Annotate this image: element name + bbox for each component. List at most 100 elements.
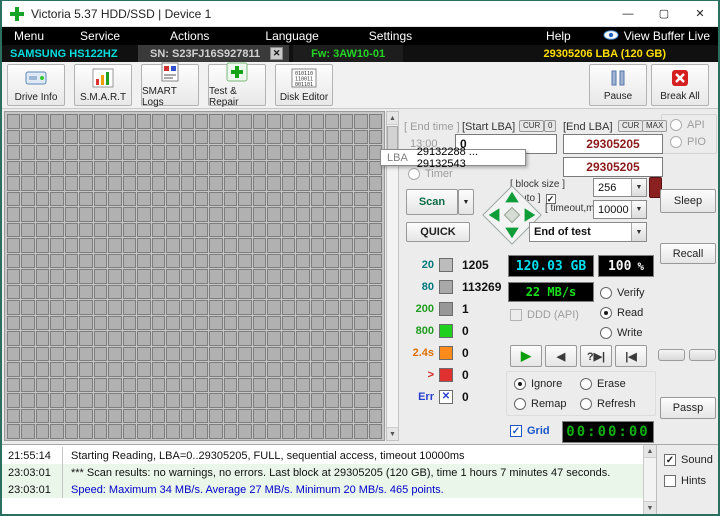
scan-block	[50, 393, 64, 408]
end-lba-input[interactable]	[563, 134, 663, 154]
scan-block	[325, 362, 339, 377]
log-scroll-up-icon[interactable]: ▲	[644, 445, 656, 458]
scroll-down-icon[interactable]: ▼	[387, 427, 398, 440]
ddd-api-checkbox-row[interactable]: ✓ DDD (API)	[510, 309, 579, 321]
seek-end-button[interactable]: |◀	[615, 345, 647, 367]
menu-item-language[interactable]: Language	[261, 29, 322, 43]
scan-block	[325, 191, 339, 206]
scan-block	[64, 269, 79, 284]
timer-radio[interactable]: Timer	[408, 168, 453, 180]
smart-button[interactable]: S.M.A.R.T	[74, 64, 132, 106]
pause-button[interactable]: Pause	[589, 64, 647, 106]
scan-block	[267, 377, 281, 392]
timeout-value: 10000	[598, 203, 629, 216]
scan-block	[7, 253, 21, 268]
close-button[interactable]: ✕	[682, 1, 718, 26]
dropdown-icon[interactable]: ▼	[631, 223, 646, 241]
start-lba-cur-button[interactable]: CUR	[519, 120, 545, 132]
scan-block	[238, 160, 252, 175]
sleep-button[interactable]: Sleep	[660, 189, 716, 213]
erase-radio[interactable]: Erase	[580, 378, 626, 390]
start-lba-cur-value[interactable]: 0	[544, 120, 557, 132]
scan-block	[64, 222, 79, 237]
read-radio[interactable]: Read	[600, 307, 643, 319]
scan-block	[267, 315, 281, 330]
scan-block	[151, 207, 166, 222]
scan-block	[137, 315, 151, 330]
scan-block	[310, 129, 325, 144]
scan-block	[35, 315, 50, 330]
dropdown-icon[interactable]: ▼	[631, 201, 646, 218]
menu-item-menu[interactable]: Menu	[10, 29, 48, 43]
passp-button[interactable]: Passp	[660, 397, 716, 419]
timeout-combo[interactable]: 10000 ▼	[593, 200, 647, 219]
scan-block	[281, 331, 296, 346]
scan-block	[50, 269, 64, 284]
serial-close-icon[interactable]: ✕	[270, 47, 284, 60]
legend-count: 0	[462, 389, 469, 404]
scan-block	[93, 207, 108, 222]
sound-checkbox[interactable]: ✓	[664, 454, 676, 466]
grid-checkbox-row[interactable]: ✓ Grid	[510, 425, 550, 437]
scan-block	[354, 222, 368, 237]
quick-button[interactable]: QUICK	[406, 222, 470, 242]
end-of-test-combo[interactable]: End of test ▼	[529, 222, 647, 242]
scan-block	[310, 191, 325, 206]
api-radio[interactable]: API	[670, 119, 705, 131]
test-repair-button[interactable]: Test & Repair	[208, 62, 266, 108]
scan-block	[79, 253, 93, 268]
dropdown-icon[interactable]: ▼	[631, 179, 646, 196]
legend-label: 800	[415, 324, 434, 337]
legend-row: 20 1205	[404, 257, 489, 272]
auto-checkbox[interactable]: ✓	[545, 193, 556, 204]
maximize-button[interactable]: ▢	[646, 1, 682, 26]
menu-item-settings[interactable]: Settings	[365, 29, 416, 43]
refresh-radio[interactable]: Refresh	[580, 398, 636, 410]
scan-dropdown-icon[interactable]: ▼	[458, 189, 474, 215]
log-scroll-down-icon[interactable]: ▼	[644, 501, 656, 514]
led-button-right[interactable]	[689, 349, 716, 361]
recall-button[interactable]: Recall	[660, 243, 716, 264]
drive-serial-segment: SN: S23FJ16S927811 ✕	[138, 45, 290, 62]
hints-checkbox-row[interactable]: ✓ Hints	[664, 475, 718, 487]
scan-block	[108, 253, 122, 268]
scan-block	[35, 176, 50, 191]
end-lba-max-button[interactable]: MAX	[642, 120, 668, 132]
scan-block	[7, 145, 21, 160]
scan-button[interactable]: Scan	[406, 189, 458, 215]
pio-radio[interactable]: PIO	[670, 136, 706, 148]
disk-editor-button[interactable]: 010110 110011 001101 Disk Editor	[275, 64, 333, 106]
ddd-api-checkbox[interactable]: ✓	[510, 309, 522, 321]
scan-block	[7, 222, 21, 237]
led-button-left[interactable]	[658, 349, 685, 361]
end-lba-cur-button[interactable]: CUR	[618, 120, 644, 132]
menu-item-service[interactable]: Service	[76, 29, 124, 43]
scan-block	[180, 393, 194, 408]
grid-checkbox[interactable]: ✓	[510, 425, 522, 437]
scan-block	[35, 238, 50, 253]
hints-checkbox[interactable]: ✓	[664, 475, 676, 487]
drive-info-label: Drive Info	[14, 91, 58, 103]
menu-item-help[interactable]: Help	[542, 29, 575, 43]
view-buffer-live-button[interactable]: View Buffer Live	[603, 29, 710, 43]
drive-info-button[interactable]: Drive Info	[7, 64, 65, 106]
minimize-button[interactable]: —	[610, 1, 646, 26]
sound-checkbox-row[interactable]: ✓ Sound	[664, 454, 718, 466]
ignore-radio[interactable]: Ignore	[514, 378, 562, 390]
menu-item-actions[interactable]: Actions	[166, 29, 213, 43]
block-size-combo[interactable]: 256 ▼	[593, 178, 647, 197]
log-scrollbar[interactable]: ▲ ▼	[643, 444, 656, 514]
step-back-button[interactable]: ◀	[545, 345, 577, 367]
scan-block	[339, 129, 354, 144]
scan-block	[166, 284, 180, 299]
verify-radio[interactable]: Verify	[600, 287, 645, 299]
break-all-button[interactable]: Break All	[651, 64, 709, 106]
remap-radio[interactable]: Remap	[514, 398, 566, 410]
end-lba-input-2[interactable]	[563, 157, 663, 177]
seek-error-button[interactable]: ?▶|	[580, 345, 612, 367]
scan-block	[137, 253, 151, 268]
smart-logs-button[interactable]: SMART Logs	[141, 62, 199, 108]
play-button[interactable]: ▶	[510, 345, 542, 367]
write-radio[interactable]: Write	[600, 327, 642, 339]
scroll-up-icon[interactable]: ▲	[387, 112, 398, 125]
